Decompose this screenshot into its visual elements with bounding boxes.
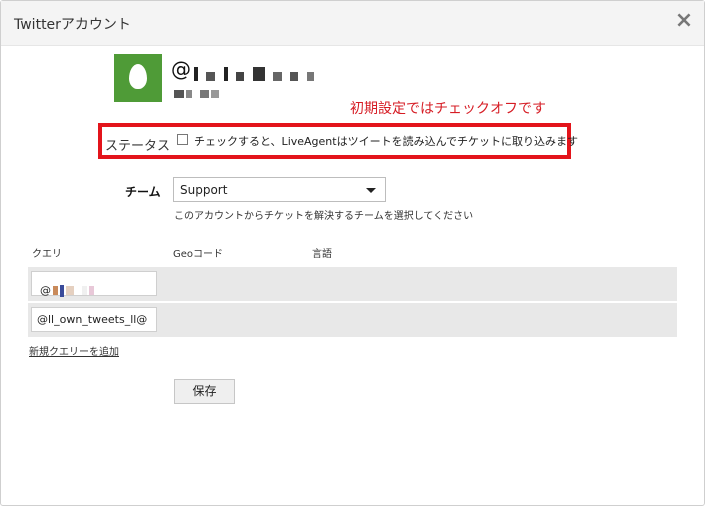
query-prefix: @	[40, 284, 51, 297]
handle-pixelated	[194, 62, 314, 81]
column-geocode: Geoコード	[173, 249, 224, 260]
column-language: 言語	[312, 249, 332, 260]
query-value: @	[40, 284, 94, 297]
redacted-block	[89, 286, 94, 295]
save-button[interactable]: 保存	[174, 379, 235, 404]
redacted-block	[53, 286, 58, 295]
dialog-titlebar: Twitterアカウント ×	[1, 1, 704, 46]
add-query-link[interactable]: 新規クエリーを追加	[29, 343, 119, 358]
redacted-block	[82, 286, 87, 295]
query-input[interactable]	[31, 307, 157, 332]
query-row: @	[28, 267, 677, 301]
status-checkbox-label[interactable]: チェックすると、LiveAgentはツイートを読み込んでチケットに取り込みます	[194, 133, 578, 149]
avatar	[114, 54, 162, 102]
egg-avatar-icon	[129, 64, 147, 89]
redacted-block	[66, 286, 74, 295]
status-checkbox[interactable]	[177, 134, 188, 145]
team-selected-value: Support	[180, 183, 228, 197]
account-name-pixelated	[174, 90, 219, 98]
dropdown-arrow-icon	[366, 188, 376, 193]
dialog-title: Twitterアカウント	[14, 17, 131, 33]
query-input[interactable]: @	[31, 271, 157, 297]
query-row	[28, 303, 677, 337]
redacted-block	[60, 284, 64, 297]
twitter-account-dialog: Twitterアカウント × @ 初期設定ではチェックオフです ステータス チェ…	[0, 0, 705, 506]
handle-prefix: @	[171, 57, 191, 81]
team-select[interactable]: Support	[173, 177, 386, 202]
account-handle: @	[171, 57, 314, 81]
close-icon[interactable]: ×	[674, 10, 694, 32]
annotation-note: 初期設定ではチェックオフです	[350, 101, 546, 117]
team-hint: このアカウントからチケットを解決するチームを選択してください	[174, 211, 474, 222]
column-query: クエリ	[32, 249, 62, 260]
team-label: チーム	[125, 185, 161, 199]
status-label: ステータス	[105, 139, 171, 154]
